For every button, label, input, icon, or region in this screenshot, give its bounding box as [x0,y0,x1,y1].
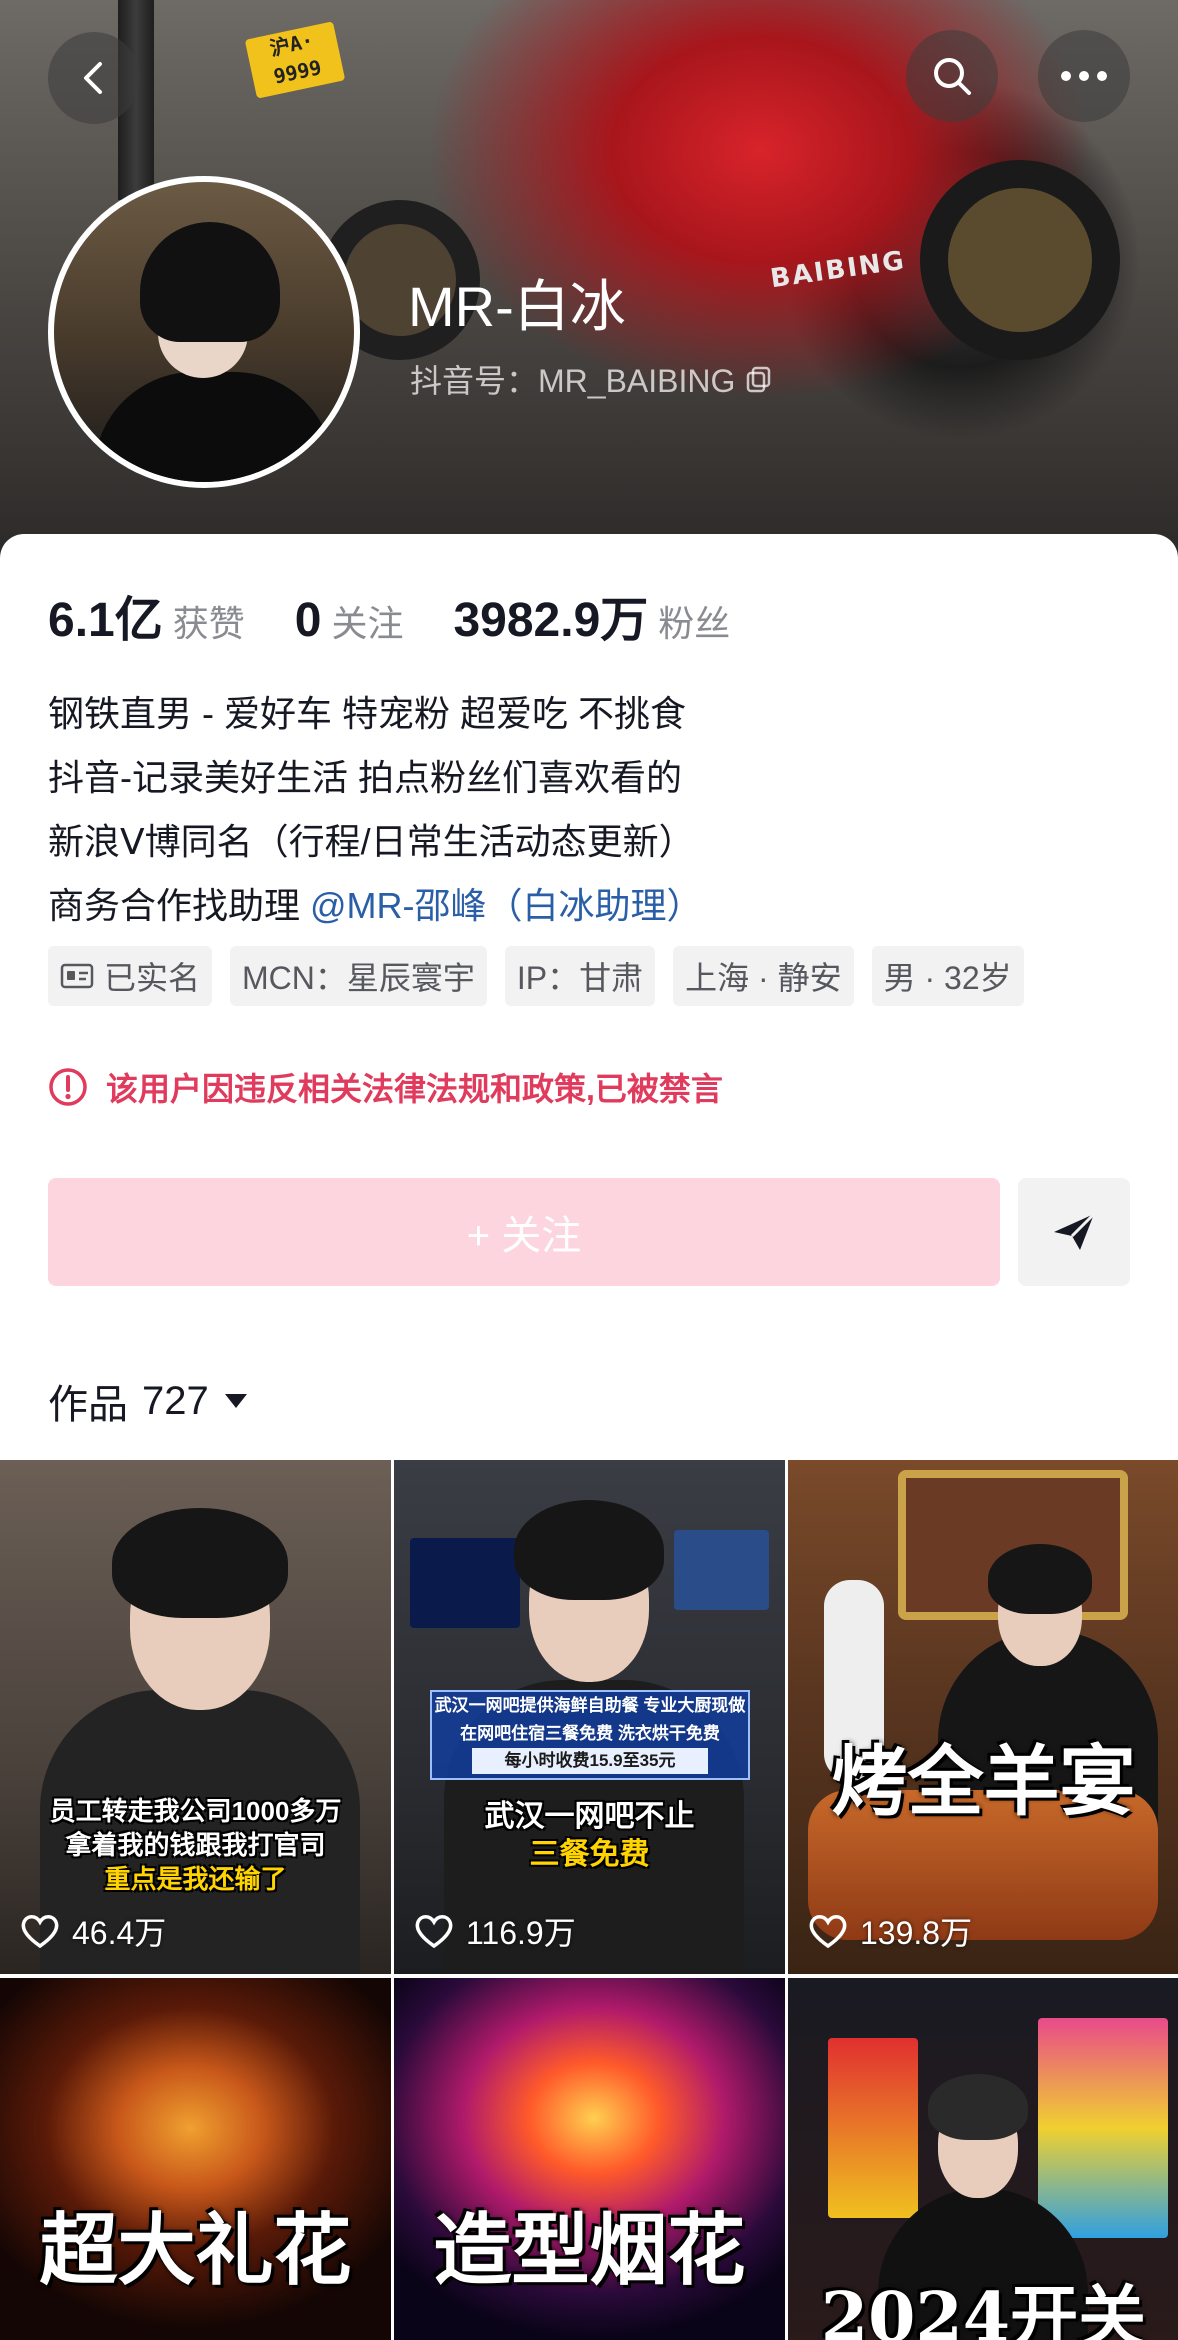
more-button[interactable] [1038,30,1130,122]
more-dots-icon [1061,71,1107,81]
works-count: 727 [142,1378,209,1423]
tag-location[interactable]: 上海 · 静安 [673,946,854,1006]
stat-followers-value: 3982.9万 [453,594,649,647]
video-caption-line: 重点是我还输了 [104,1864,287,1894]
video-thumbnail[interactable]: 武汉一网吧提供海鲜自助餐 专业大厨现做 在网吧住宿三餐免费 洗衣烘干免费 每小时… [394,1460,785,1974]
video-title-overlay: 烤全羊宴 [831,1737,1136,1826]
bio-line: 钢铁直男 - 爱好车 特宠粉 超爱吃 不挑食 [48,693,686,734]
tag-ip: IP：甘肃 [504,946,656,1006]
assistant-mention-link[interactable]: @MR-邵峰（白冰助理） [310,885,703,926]
account-id-text: 抖音号：MR_BAIBING [410,363,736,399]
video-likes: 116.9万 [414,1908,576,1954]
tag-mcn[interactable]: MCN：星辰寰宇 [230,946,487,1006]
share-button[interactable] [1018,1178,1130,1286]
bio-line: 新浪Ⅴ博同名（行程/日常生活动态更新） [48,821,695,862]
video-title-overlay: 超大礼花 [39,2205,352,2296]
heart-outline-icon [21,1915,59,1949]
profile-tags: 已实名 MCN：星辰寰宇 IP：甘肃 上海 · 静安 男 · 32岁 [48,946,1024,1006]
video-thumbnail[interactable]: 员工转走我公司1000多万 拿着我的钱跟我打官司 重点是我还输了 46.4万 [0,1460,391,1974]
stats-row: 6.1亿 获赞 0 关注 3982.9万 粉丝 [48,580,780,650]
ban-notice: 该用户因违反相关法律法规和政策,已被禁言 [48,1064,723,1110]
copy-icon[interactable] [745,365,773,393]
video-thumbnail[interactable]: 2024开关 [788,1978,1178,2340]
bio-line: 商务合作找助理 @MR-邵峰（白冰助理） [48,874,1138,938]
video-banner-line: 每小时收费15.9至35元 [472,1748,708,1774]
search-icon [934,58,971,95]
video-likes-count: 139.8万 [860,1915,973,1951]
tag-gender-age: 男 · 32岁 [871,946,1024,1006]
tag-verified[interactable]: 已实名 [48,946,213,1006]
chevron-left-icon [84,62,102,94]
video-caption-line: 拿着我的钱跟我打官司 [65,1830,326,1860]
stat-followers-label: 粉丝 [658,603,731,644]
ban-notice-text: 该用户因违反相关法律法规和政策,已被禁言 [106,1071,723,1107]
video-title-overlay: 2024开关 [820,2278,1147,2340]
id-card-icon [60,963,94,989]
stat-following-value: 0 [294,594,322,647]
video-thumbnail[interactable]: 超大礼花 [0,1978,391,2340]
follow-button[interactable]: + 关注 [48,1178,1000,1286]
video-grid: 员工转走我公司1000多万 拿着我的钱跟我打官司 重点是我还输了 46.4万 武… [0,1460,1178,2340]
heart-outline-icon [415,1915,453,1949]
send-icon [1054,1212,1096,1250]
video-likes: 139.8万 [808,1908,972,1954]
works-title: 作品 [48,1383,128,1427]
stat-followers[interactable]: 3982.9万 粉丝 [453,580,730,650]
video-likes: 46.4万 [20,1908,166,1954]
tag-verified-label: 已实名 [104,960,201,996]
stat-following[interactable]: 0 关注 [295,593,404,648]
nickname: MR-白冰 [408,275,626,338]
video-banner-line: 武汉一网吧提供海鲜自助餐 专业大厨现做 [434,1696,746,1715]
bio-line: 抖音-记录美好生活 拍点粉丝们喜欢看的 [48,757,682,798]
cover-brand-text: BAIBING [768,245,908,295]
video-thumbnail[interactable]: 烤全羊宴 139.8万 [788,1460,1178,1974]
video-banner-line: 在网吧住宿三餐免费 洗衣烘干免费 [460,1724,720,1743]
caret-down-icon [224,1394,247,1408]
video-likes-count: 46.4万 [72,1915,167,1951]
search-button[interactable] [906,30,998,122]
stat-likes-label: 获赞 [172,603,245,644]
video-caption-line: 武汉一网吧不止 [484,1800,695,1833]
account-id[interactable]: 抖音号：MR_BAIBING [410,356,773,402]
bio-line-prefix: 商务合作找助理 [48,885,311,926]
stat-likes[interactable]: 6.1亿 获赞 [48,580,245,650]
video-thumbnail[interactable]: 造型烟花 [394,1978,785,2340]
stat-following-label: 关注 [331,603,404,644]
video-caption-line: 员工转走我公司1000多万 [49,1796,342,1826]
video-title-overlay: 造型烟花 [433,2205,746,2296]
cover-license-plate: 沪A· 9999 [244,21,346,99]
video-likes-count: 116.9万 [466,1915,576,1951]
cover-rear-wheel [920,160,1120,360]
bio: 钢铁直男 - 爱好车 特宠粉 超爱吃 不挑食 抖音-记录美好生活 拍点粉丝们喜欢… [48,682,1138,938]
video-caption-line: 三餐免费 [529,1838,650,1871]
avatar[interactable] [48,176,360,488]
warning-circle-icon [49,1068,87,1106]
back-button[interactable] [48,32,140,124]
stat-likes-value: 6.1亿 [48,594,163,647]
works-tab[interactable]: 作品 727 [48,1372,249,1430]
heart-outline-icon [809,1915,847,1949]
